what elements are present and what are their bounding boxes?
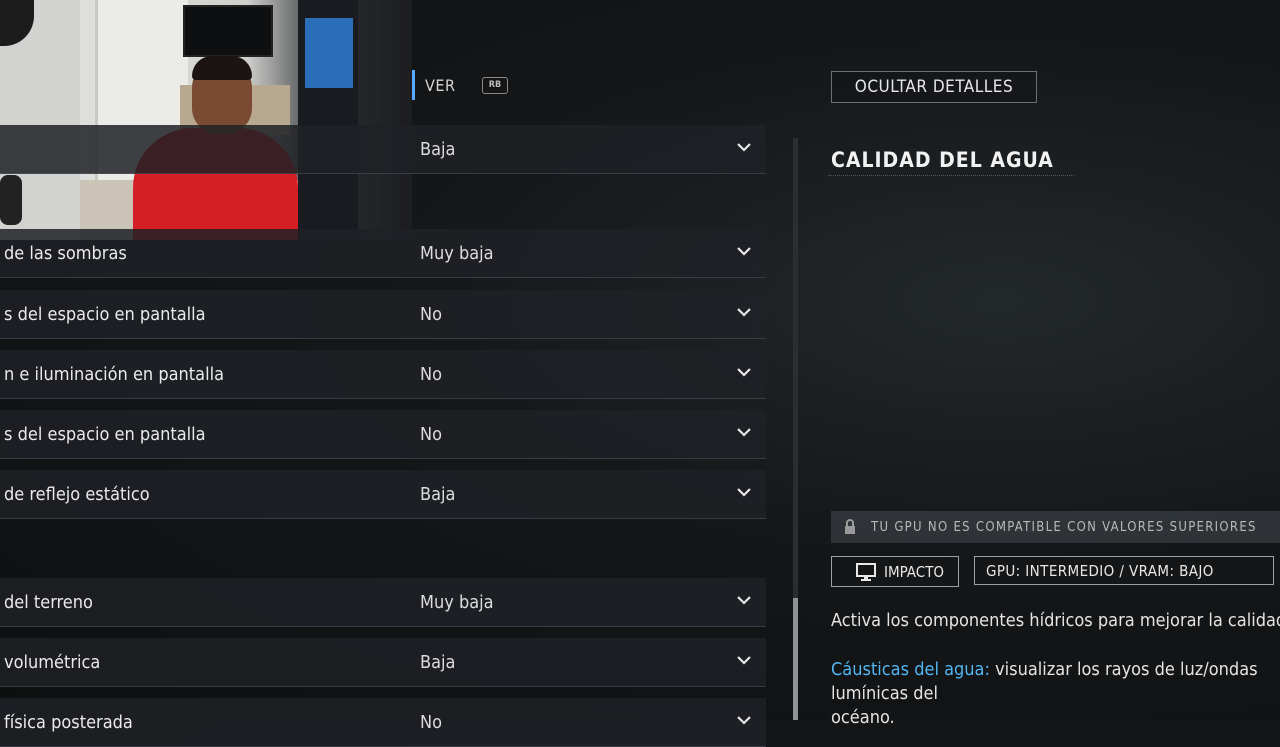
rb-button-icon: RB (482, 77, 508, 94)
tab-ver-label: VER (425, 75, 456, 95)
setting-value: Baja (420, 651, 456, 673)
chevron-down-icon[interactable] (736, 712, 752, 728)
setting-value: No (420, 423, 443, 445)
setting-row[interactable]: s del espacio en pantalla No (0, 290, 766, 339)
setting-row[interactable]: del terreno Muy baja (0, 578, 766, 627)
tab-ver[interactable]: VER (412, 70, 455, 100)
lock-icon (845, 519, 855, 534)
setting-value: No (420, 303, 443, 325)
setting-row[interactable]: Baja (0, 125, 766, 174)
setting-row[interactable]: s del espacio en pantalla No (0, 410, 766, 459)
chevron-down-icon[interactable] (736, 243, 752, 259)
setting-value: No (420, 363, 443, 385)
webcam-microphone (0, 175, 22, 225)
setting-row[interactable]: volumétrica Baja (0, 638, 766, 687)
setting-name: s del espacio en pantalla (4, 303, 206, 325)
setting-value: No (420, 711, 443, 733)
setting-name: de las sombras (4, 242, 127, 264)
setting-value: Muy baja (420, 591, 494, 613)
setting-name: del terreno (4, 591, 93, 613)
setting-name: de reflejo estático (4, 483, 150, 505)
gpu-warning-banner: TU GPU NO ES COMPATIBLE CON VALORES SUPE… (831, 511, 1280, 543)
gpu-warning-text: TU GPU NO ES COMPATIBLE CON VALORES SUPE… (871, 519, 1257, 535)
settings-scrollbar[interactable] (793, 138, 798, 720)
setting-value: Baja (420, 483, 456, 505)
chevron-down-icon[interactable] (736, 139, 752, 155)
caustics-link[interactable]: Cáusticas del agua: (831, 659, 990, 680)
scrollbar-thumb[interactable] (793, 598, 798, 720)
title-underline (828, 173, 1074, 176)
chevron-down-icon[interactable] (736, 484, 752, 500)
setting-name: volumétrica (4, 651, 101, 673)
chevron-down-icon[interactable] (736, 652, 752, 668)
hide-details-button[interactable]: OCULTAR DETALLES (831, 71, 1037, 103)
caustics-description: Cáusticas del agua: visualizar los rayos… (831, 658, 1280, 730)
setting-row[interactable]: física posterada No (0, 698, 766, 747)
chevron-down-icon[interactable] (736, 424, 752, 440)
setting-value: Muy baja (420, 242, 494, 264)
setting-name: n e iluminación en pantalla (4, 363, 224, 385)
chevron-down-icon[interactable] (736, 364, 752, 380)
setting-name: física posterada (4, 711, 133, 733)
setting-row[interactable]: n e iluminación en pantalla No (0, 350, 766, 399)
tab-active-indicator (412, 70, 415, 100)
detail-description: Activa los componentes hídricos para mej… (831, 610, 1280, 631)
webcam-overlay (0, 0, 412, 240)
gpu-vram-info: GPU: INTERMEDIO / VRAM: BAJO (974, 556, 1274, 585)
webcam-arcade-screen (305, 18, 353, 88)
impact-button-label: IMPACTO (884, 562, 945, 581)
setting-row[interactable]: de las sombras Muy baja (0, 229, 766, 278)
detail-title: CALIDAD DEL AGUA (831, 148, 1054, 172)
chevron-down-icon[interactable] (736, 304, 752, 320)
webcam-tv (183, 5, 273, 57)
setting-row[interactable]: de reflejo estático Baja (0, 470, 766, 519)
caustics-text-line2: océano. (831, 707, 895, 728)
webcam-person-hair (192, 56, 252, 80)
chevron-down-icon[interactable] (736, 592, 752, 608)
setting-value: Baja (420, 138, 456, 160)
monitor-icon (856, 562, 876, 581)
setting-name: s del espacio en pantalla (4, 423, 206, 445)
impact-button[interactable]: IMPACTO (831, 556, 959, 587)
